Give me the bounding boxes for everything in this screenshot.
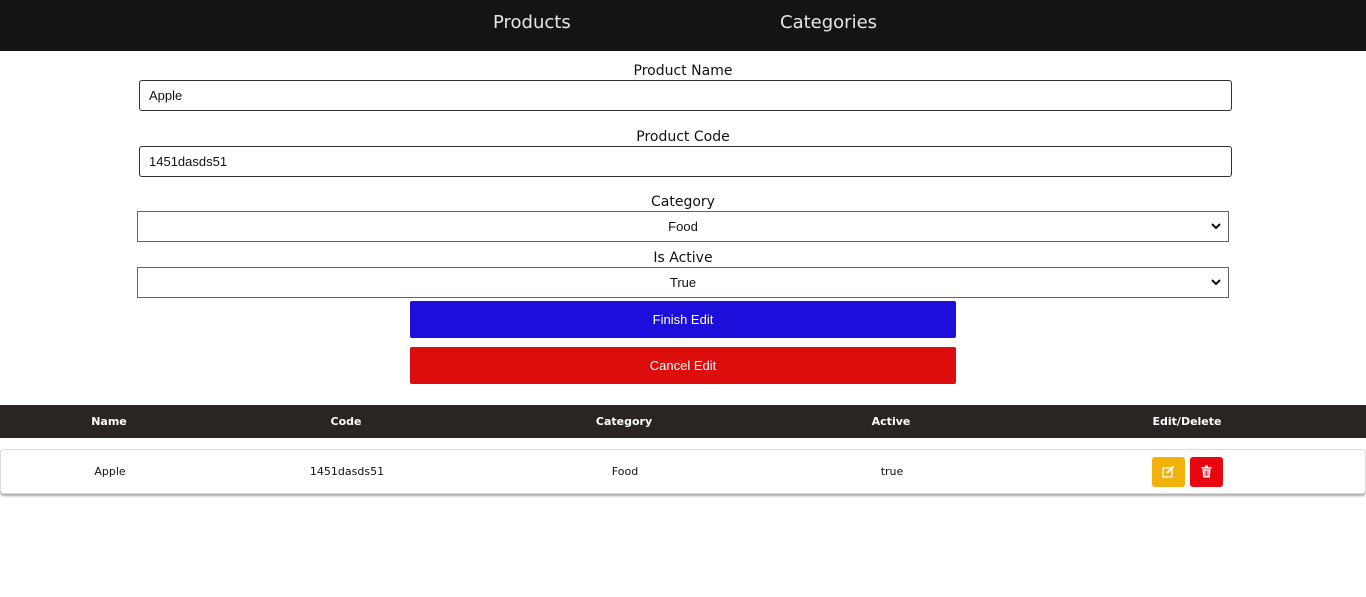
category-selected-value: Food bbox=[668, 219, 698, 234]
finish-edit-button[interactable]: Finish Edit bbox=[410, 301, 956, 338]
is-active-select[interactable]: True bbox=[137, 267, 1229, 298]
column-header-code: Code bbox=[330, 415, 362, 428]
trash-icon bbox=[1201, 465, 1212, 478]
top-navbar: Products Categories bbox=[0, 0, 1366, 51]
table-header: Name Code Category Active Edit/Delete bbox=[0, 405, 1366, 438]
column-header-active: Active bbox=[871, 415, 911, 428]
cell-category: Food bbox=[611, 465, 639, 478]
is-active-label: Is Active bbox=[653, 250, 713, 266]
column-header-name: Name bbox=[91, 415, 127, 428]
chevron-down-icon bbox=[1211, 223, 1221, 230]
cell-code: 1451dasds51 bbox=[309, 465, 385, 478]
nav-categories-link[interactable]: Categories bbox=[780, 12, 877, 33]
column-header-edit-delete: Edit/Delete bbox=[1152, 415, 1222, 428]
edit-button[interactable] bbox=[1152, 457, 1185, 487]
product-code-input[interactable] bbox=[139, 146, 1232, 177]
cell-active: true bbox=[880, 465, 904, 478]
edit-icon bbox=[1162, 465, 1175, 478]
column-header-category: Category bbox=[595, 415, 653, 428]
is-active-selected-value: True bbox=[669, 275, 697, 290]
cancel-edit-button[interactable]: Cancel Edit bbox=[410, 347, 956, 384]
delete-button[interactable] bbox=[1190, 457, 1223, 487]
product-code-label: Product Code bbox=[636, 129, 730, 145]
nav-products-link[interactable]: Products bbox=[493, 12, 571, 33]
table-row: Apple 1451dasds51 Food true bbox=[0, 449, 1366, 494]
cell-name: Apple bbox=[94, 465, 126, 478]
product-name-input[interactable] bbox=[139, 80, 1232, 111]
chevron-down-icon bbox=[1211, 279, 1221, 286]
category-label: Category bbox=[651, 194, 715, 210]
product-name-label: Product Name bbox=[633, 63, 733, 79]
category-select[interactable]: Food bbox=[137, 211, 1229, 242]
